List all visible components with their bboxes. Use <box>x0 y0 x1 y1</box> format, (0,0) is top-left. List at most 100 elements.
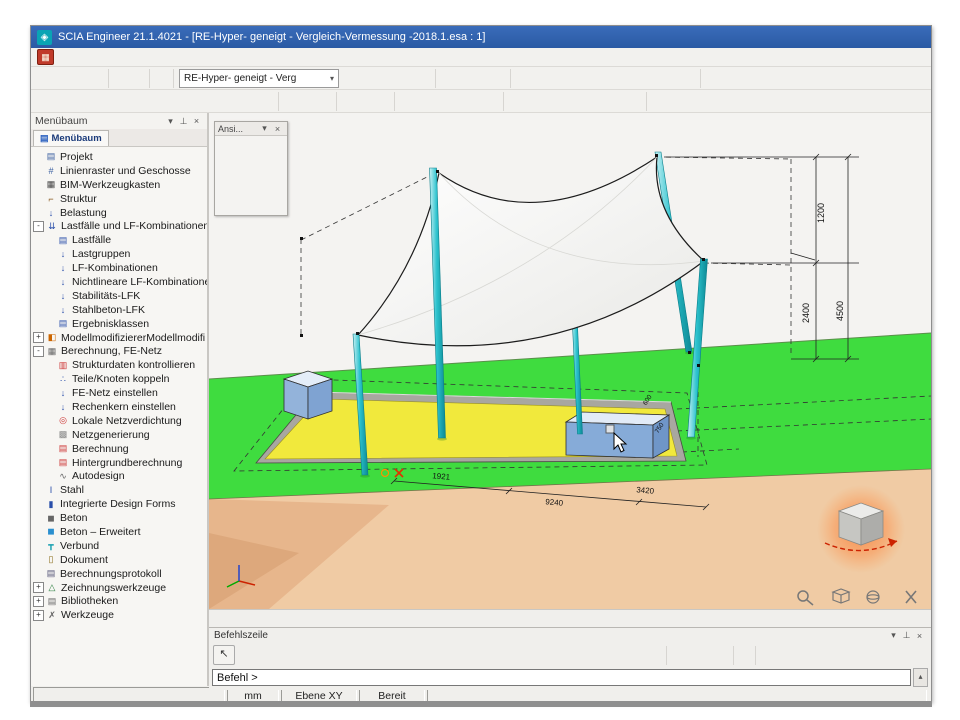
layers-icon[interactable] <box>490 70 507 86</box>
tree-autodesign[interactable]: ∿ Autodesign <box>31 469 207 483</box>
show-results-icon[interactable] <box>317 611 332 627</box>
rhombus-tool-icon[interactable] <box>735 93 752 109</box>
tree-expander[interactable]: - <box>33 221 44 232</box>
free-node-icon[interactable] <box>241 93 258 109</box>
render-wire-icon[interactable] <box>212 611 227 627</box>
open-project-icon[interactable] <box>54 70 71 86</box>
gallery-icon[interactable] <box>582 70 599 86</box>
plate-icon[interactable] <box>806 70 823 86</box>
menu-bibliotheken[interactable] <box>106 56 120 58</box>
show-mesh-icon[interactable] <box>302 611 317 627</box>
support-tool-icon[interactable] <box>224 93 241 109</box>
close-icon[interactable]: × <box>271 124 284 134</box>
view-3-icon[interactable] <box>249 138 265 153</box>
tree-hintergrundberechnung[interactable]: ▤ Hintergrundberechnung <box>31 456 207 470</box>
tree-expander[interactable]: - <box>33 346 44 357</box>
menu-einstellungen[interactable] <box>162 56 176 58</box>
shell-icon[interactable] <box>840 70 857 86</box>
tree-berechnungsprotokoll[interactable]: ▤ Berechnungsprotokoll <box>31 567 207 581</box>
tree-teile-knoten-koppeln[interactable]: ∴ Teile/Knoten koppeln <box>31 372 207 386</box>
tree-lf-kombinationen[interactable]: ↓ LF-Kombinationen <box>31 261 207 275</box>
tab-menuebaum[interactable]: ▤ Menübaum <box>33 130 109 146</box>
tree-werkzeuge[interactable]: + ✗ Werkzeuge <box>31 608 207 622</box>
redo-icon[interactable] <box>129 70 146 86</box>
tree-stahlbeton-lfk[interactable]: ↓ Stahlbeton-LFK <box>31 303 207 317</box>
snap-arc-icon[interactable] <box>633 647 648 663</box>
show-loads-icon[interactable] <box>242 611 257 627</box>
tree-projekt[interactable]: ▤ Projekt <box>31 150 207 164</box>
abort-icon[interactable] <box>439 70 456 86</box>
circle-dim-icon[interactable] <box>701 93 718 109</box>
tree-netzgenerierung[interactable]: ▩ Netzgenerierung <box>31 428 207 442</box>
opening-icon[interactable] <box>857 70 874 86</box>
tree-bim-werkzeugkasten[interactable]: ▦ BIM-Werkzeugkasten <box>31 178 207 192</box>
clipping-box-icon[interactable] <box>265 168 281 183</box>
parallel-tool-icon[interactable] <box>769 93 786 109</box>
cursor-snap-settings-icon[interactable] <box>737 647 752 663</box>
rotate-view-icon[interactable] <box>217 153 233 168</box>
load-tool-icon[interactable] <box>258 93 275 109</box>
viewport-canvas[interactable]: 1200 2400 4500 1921 9240 3420 600 750 <box>209 113 931 609</box>
arc-tool-icon[interactable] <box>122 93 139 109</box>
circle-tool-icon[interactable] <box>105 93 122 109</box>
rotate-back-icon[interactable] <box>299 93 316 109</box>
node-tool-icon[interactable] <box>190 93 207 109</box>
filter-d-icon[interactable] <box>558 93 575 109</box>
tree-lastgruppen[interactable]: ↓ Lastgruppen <box>31 247 207 261</box>
tree-verbund[interactable]: ┳ Verbund <box>31 539 207 553</box>
half-a-icon[interactable] <box>609 93 626 109</box>
copy-attributes-icon[interactable] <box>347 70 364 86</box>
document-icon[interactable] <box>565 70 582 86</box>
project-selector-dropdown[interactable]: RE-Hyper- geneigt - Verg ▾ <box>179 69 339 88</box>
tree-rechenkern-einstellen[interactable]: ↓ Rechenkern einstellen <box>31 400 207 414</box>
tree-strukturdaten[interactable]: ▥ Strukturdaten kontrollieren <box>31 358 207 372</box>
view-params-icon[interactable] <box>265 183 281 198</box>
curve-tool-icon[interactable] <box>88 93 105 109</box>
member-1d-icon[interactable] <box>704 70 721 86</box>
undo-icon[interactable] <box>112 70 129 86</box>
tree-expander[interactable]: + <box>33 596 44 607</box>
show-labels-icon[interactable] <box>272 611 287 627</box>
tree-stahl[interactable]: I Stahl <box>31 483 207 497</box>
extend-h-icon[interactable] <box>449 93 466 109</box>
section-box-icon[interactable] <box>381 70 398 86</box>
move-icon[interactable] <box>357 93 374 109</box>
polyline-tool-icon[interactable] <box>71 93 88 109</box>
show-axes-icon[interactable] <box>287 611 302 627</box>
close-icon[interactable]: × <box>913 631 926 641</box>
snap-vector-icon[interactable] <box>715 647 730 663</box>
filter-a-icon[interactable] <box>507 93 524 109</box>
camera-2-icon[interactable] <box>249 183 265 198</box>
sum-icon[interactable] <box>398 70 415 86</box>
tree-linienraster[interactable]: # Linienraster und Geschosse <box>31 164 207 178</box>
tree-belastung[interactable]: ↓ Belastung <box>31 206 207 220</box>
menu-hilfe[interactable] <box>190 56 204 58</box>
result-line-icon[interactable] <box>650 93 667 109</box>
camera-icon[interactable] <box>233 183 249 198</box>
filter-c-icon[interactable] <box>541 93 558 109</box>
tree-dokument[interactable]: ▯ Dokument <box>31 553 207 567</box>
haunch-icon[interactable] <box>789 70 806 86</box>
midpoint-icon[interactable] <box>789 647 804 663</box>
rotate-icon[interactable] <box>282 93 299 109</box>
tree-stabilitaets-lfk[interactable]: ↓ Stabilitäts-LFK <box>31 289 207 303</box>
tree-lokale-netzverdichtung[interactable]: ◎ Lokale Netzverdichtung <box>31 414 207 428</box>
delete-icon[interactable] <box>483 93 500 109</box>
view-1-icon[interactable] <box>217 138 233 153</box>
image-icon[interactable] <box>473 70 490 86</box>
triangle-tool-icon[interactable] <box>718 93 735 109</box>
menu-werkzeuge[interactable] <box>120 56 134 58</box>
perp-tool-icon[interactable] <box>752 93 769 109</box>
solid-view-icon[interactable] <box>364 70 381 86</box>
clipboard-icon[interactable] <box>415 70 432 86</box>
show-supports-icon[interactable] <box>257 611 272 627</box>
render-solid-icon[interactable] <box>227 611 242 627</box>
workplane-icon[interactable] <box>909 647 924 663</box>
zoom-in-icon[interactable] <box>249 153 265 168</box>
snap-angle-icon[interactable] <box>670 647 685 663</box>
tree-expander[interactable]: + <box>33 610 44 621</box>
rib-icon[interactable] <box>772 70 789 86</box>
diameter-dim-icon[interactable] <box>684 93 701 109</box>
tree-fe-netz-einstellen[interactable]: ↓ FE-Netz einstellen <box>31 386 207 400</box>
close-icon[interactable]: × <box>190 116 203 126</box>
